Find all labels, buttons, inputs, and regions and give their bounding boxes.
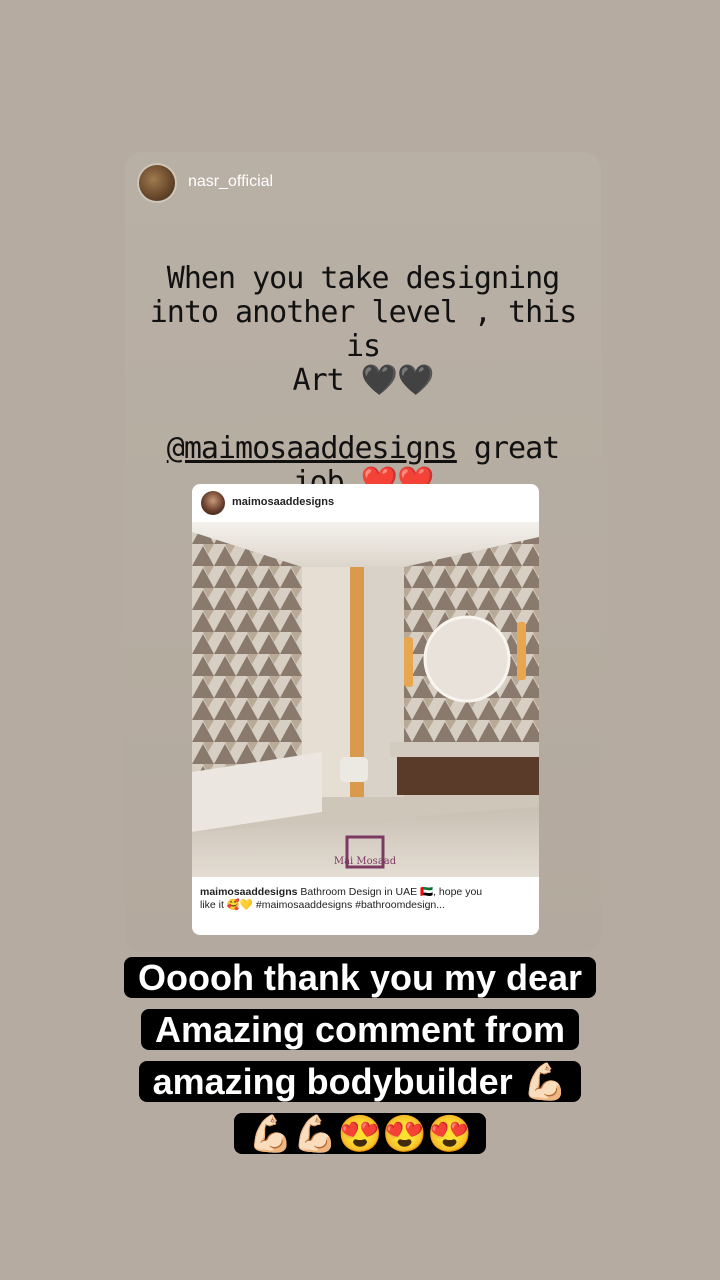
caption-line: Art 🖤🖤 (292, 363, 435, 398)
mention-suffix: great (456, 431, 560, 466)
caption-username[interactable]: maimosaaddesigns (200, 886, 297, 898)
mention-link[interactable]: @maimosaaddesigns (167, 431, 458, 466)
author-avatar[interactable] (139, 165, 175, 201)
reply-line: 💪🏻💪🏻😍😍😍 (0, 1108, 720, 1160)
bathroom-photo: Mai Mosaad (192, 522, 539, 877)
embedded-post-header: maimosaaddesigns (192, 484, 539, 522)
embedded-caption: maimosaaddesigns Bathroom Design in UAE … (200, 886, 532, 912)
reply-line: Ooooh thank you my dear (0, 952, 720, 1004)
embedded-avatar[interactable] (201, 491, 225, 515)
reply-line: Amazing comment from (0, 1004, 720, 1056)
watermark-text: Mai Mosaad (334, 856, 397, 867)
caption-text-1: Bathroom Design in UAE 🇦🇪, hope you (297, 886, 483, 898)
author-username[interactable]: nasr_official (188, 173, 273, 191)
caption-line: into another level , this is (149, 295, 578, 364)
embedded-post[interactable]: maimosaaddesigns Mai Mosaad maimosaaddes… (192, 484, 539, 935)
caption-text-2: like it 🥰💛 #maimosaaddesigns #bathroomde… (200, 899, 446, 911)
reply-line: amazing bodybuilder 💪🏻 (0, 1056, 720, 1108)
story-caption: When you take designing into another lev… (140, 262, 586, 500)
caption-line: When you take designing (166, 261, 560, 296)
embedded-username[interactable]: maimosaaddesigns (232, 496, 334, 508)
